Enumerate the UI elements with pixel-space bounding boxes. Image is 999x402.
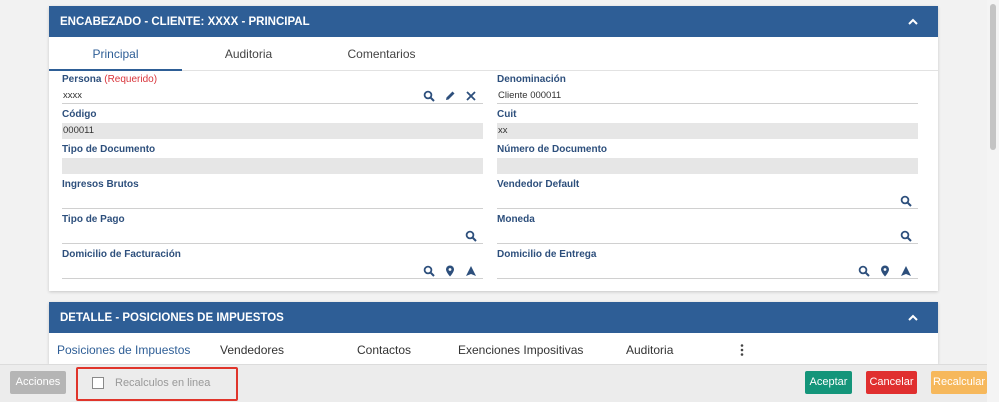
tipo-documento-label: Tipo de Documento <box>62 144 156 155</box>
detail-panel-title-bar[interactable]: DETALLE - POSICIONES DE IMPUESTOS <box>49 302 938 333</box>
search-icon[interactable] <box>465 230 477 242</box>
detail-tabs: Posiciones de Impuestos Vendedores Conta… <box>49 335 938 361</box>
ingresos-brutos-label: Ingresos Brutos <box>62 179 139 190</box>
domicilio-entrega-label: Domicilio de Entrega <box>497 249 597 260</box>
codigo-label: Código <box>62 109 97 120</box>
moneda-label: Moneda <box>497 214 535 225</box>
detail-panel-title: DETALLE - POSICIONES DE IMPUESTOS <box>60 311 284 324</box>
acciones-button[interactable]: Acciones <box>10 371 66 394</box>
tab-vendedores[interactable]: Vendedores <box>220 343 284 357</box>
persona-input[interactable]: xxxx <box>62 88 483 104</box>
page-scrollbar[interactable] <box>987 0 999 402</box>
tab-comentarios[interactable]: Comentarios <box>315 37 448 71</box>
map-pin-icon[interactable] <box>444 265 456 277</box>
close-icon[interactable] <box>465 90 477 102</box>
ingresos-brutos-input[interactable] <box>62 193 483 209</box>
domicilio-facturacion-input[interactable] <box>62 263 483 279</box>
detail-panel: DETALLE - POSICIONES DE IMPUESTOS Posici… <box>49 302 938 364</box>
navigation-arrow-icon[interactable] <box>900 265 912 277</box>
numero-documento-label: Número de Documento <box>497 144 608 155</box>
tipo-documento-input <box>62 158 483 174</box>
header-panel-title-bar[interactable]: ENCABEZADO - CLIENTE: XXXX - PRINCIPAL <box>49 6 938 37</box>
denominacion-label: Denominación <box>497 74 566 85</box>
domicilio-facturacion-label: Domicilio de Facturación <box>62 249 181 260</box>
search-icon[interactable] <box>423 265 435 277</box>
codigo-input: 000011 <box>62 123 483 139</box>
vendedor-default-input[interactable] <box>497 193 918 209</box>
denominacion-input[interactable]: Cliente 000011 <box>497 88 918 104</box>
numero-documento-input <box>497 158 918 174</box>
map-pin-icon[interactable] <box>879 265 891 277</box>
tab-exenciones-impositivas[interactable]: Exenciones Impositivas <box>458 343 583 357</box>
recalculos-label[interactable]: Recalculos en linea <box>115 377 210 389</box>
cancelar-button[interactable]: Cancelar <box>866 371 917 394</box>
cuit-input: xx <box>497 123 918 139</box>
tab-contactos[interactable]: Contactos <box>357 343 411 357</box>
persona-label: Persona (Requerido) <box>62 74 158 85</box>
tipo-pago-label: Tipo de Pago <box>62 214 125 225</box>
recalcular-button[interactable]: Recalcular <box>931 371 987 394</box>
tipo-pago-input[interactable] <box>62 228 483 244</box>
search-icon[interactable] <box>900 230 912 242</box>
vendedor-default-label: Vendedor Default <box>497 179 580 190</box>
navigation-arrow-icon[interactable] <box>465 265 477 277</box>
footer-bar: Acciones Recalculos en linea Aceptar Can… <box>0 364 987 402</box>
required-marker: (Requerido) <box>104 74 158 85</box>
chevron-up-icon[interactable] <box>906 15 920 29</box>
header-panel: ENCABEZADO - CLIENTE: XXXX - PRINCIPAL P… <box>49 6 938 291</box>
more-vertical-icon[interactable] <box>740 344 744 356</box>
search-icon[interactable] <box>858 265 870 277</box>
search-icon[interactable] <box>423 90 435 102</box>
cuit-label: Cuit <box>497 109 517 120</box>
chevron-up-icon[interactable] <box>906 311 920 325</box>
tab-auditoria[interactable]: Auditoria <box>182 37 315 71</box>
recalculos-checkbox[interactable] <box>92 377 104 389</box>
edit-icon[interactable] <box>444 90 456 102</box>
domicilio-entrega-input[interactable] <box>497 263 918 279</box>
search-icon[interactable] <box>900 195 912 207</box>
tab-posiciones-impuestos[interactable]: Posiciones de Impuestos <box>57 343 190 357</box>
aceptar-button[interactable]: Aceptar <box>805 371 852 394</box>
scrollbar-thumb[interactable] <box>990 4 996 150</box>
header-tabs: Principal Auditoria Comentarios <box>49 37 938 71</box>
header-panel-title: ENCABEZADO - CLIENTE: XXXX - PRINCIPAL <box>60 15 310 28</box>
tab-auditoria-detalle[interactable]: Auditoria <box>626 343 673 357</box>
tab-principal[interactable]: Principal <box>49 37 182 71</box>
moneda-input[interactable] <box>497 228 918 244</box>
